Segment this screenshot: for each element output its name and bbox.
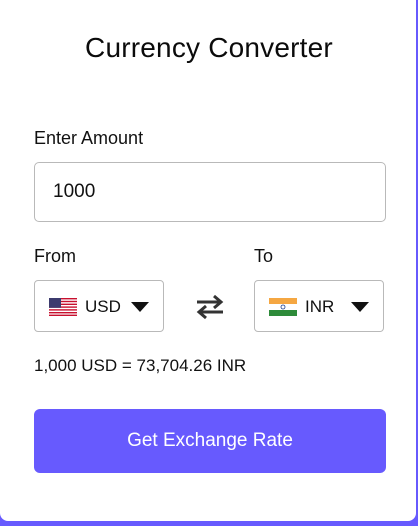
- to-label: To: [254, 246, 274, 266]
- chevron-down-icon: [131, 302, 149, 312]
- to-currency-code: INR: [305, 297, 335, 316]
- converter-card: Currency Converter Enter Amount From To …: [0, 0, 416, 521]
- from-currency-select[interactable]: USD: [34, 280, 164, 332]
- to-currency-select[interactable]: INR: [254, 280, 384, 332]
- page-title: Currency Converter: [85, 32, 333, 63]
- from-currency-code: USD: [85, 297, 121, 316]
- exchange-result: 1,000 USD = 73,704.26 INR: [34, 356, 247, 375]
- amount-label: Enter Amount: [34, 128, 144, 148]
- from-label: From: [34, 246, 76, 266]
- chevron-down-icon: [351, 302, 369, 312]
- us-flag-icon: [49, 298, 77, 316]
- india-flag-icon: [269, 298, 297, 316]
- get-exchange-rate-button[interactable]: Get Exchange Rate: [34, 409, 386, 473]
- swap-arrows-icon[interactable]: [194, 293, 226, 321]
- amount-input[interactable]: [34, 162, 386, 222]
